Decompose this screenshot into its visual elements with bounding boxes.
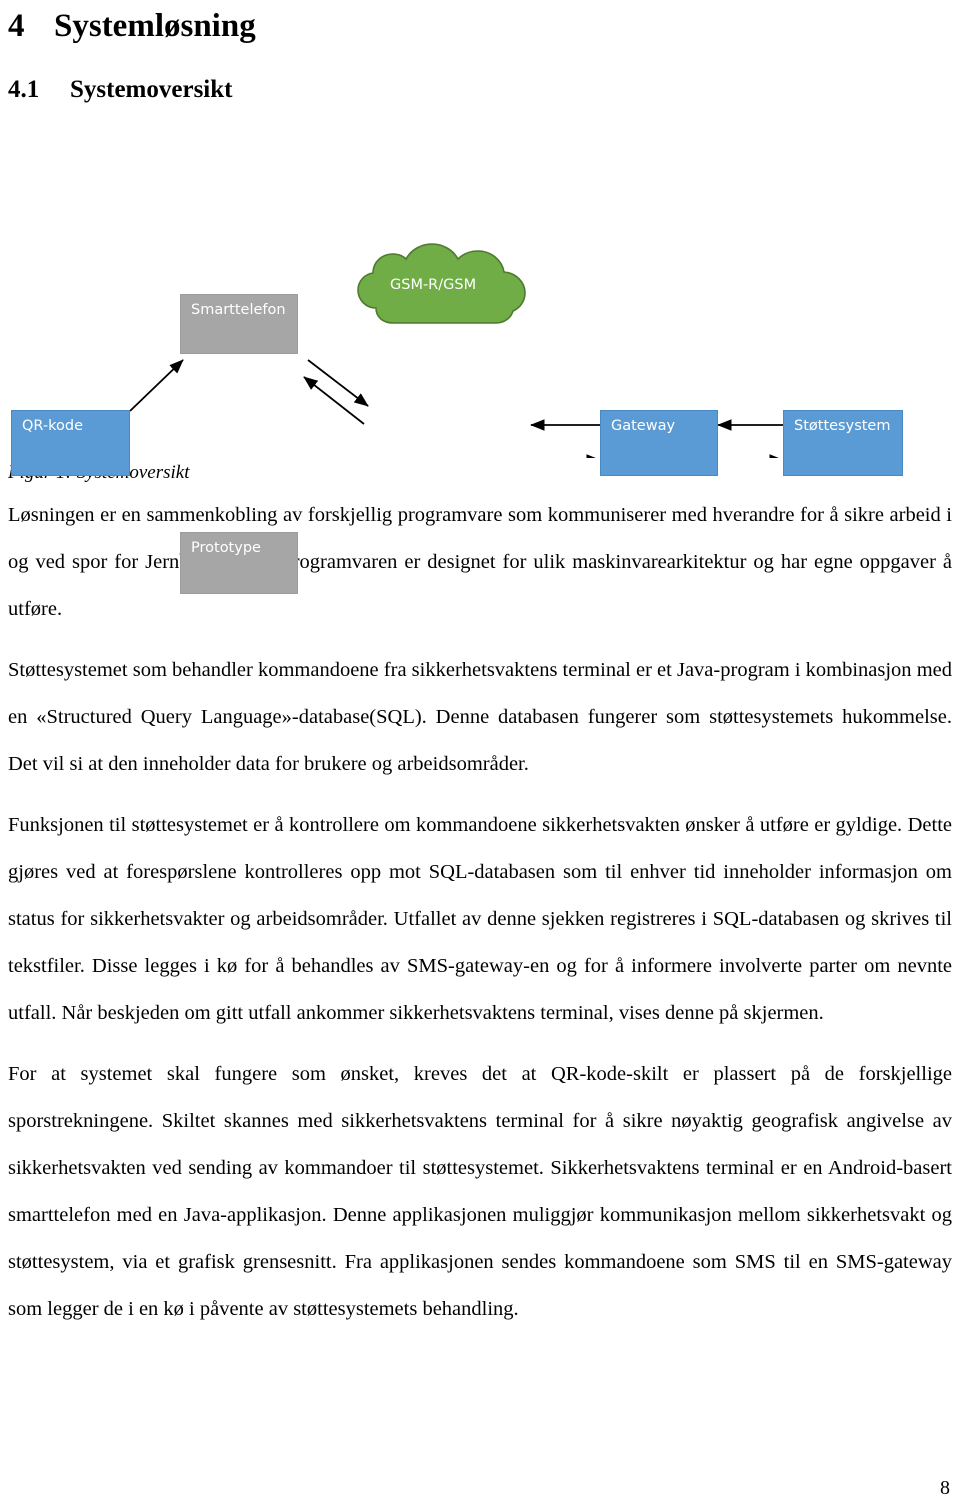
arrow-smarttelefon-to-gsm <box>307 359 369 407</box>
figure-connectors <box>129 243 784 458</box>
arrow-gsm-to-smarttelefon <box>303 376 365 425</box>
node-smarttelefon-label: Smarttelefon <box>191 302 286 318</box>
node-smarttelefon: Smarttelefon <box>180 294 298 354</box>
node-prototype: Prototype <box>180 532 298 594</box>
node-qr-kode: QR-kode <box>11 410 130 476</box>
body-paragraph-4: For at systemet skal fungere som ønsket,… <box>8 1063 952 1320</box>
document-page: 4 Systemløsning 4.1 Systemoversikt Smart… <box>0 0 960 1508</box>
node-stottesystem-label: Støttesystem <box>794 418 891 434</box>
chapter-title: Systemløsning <box>54 8 256 44</box>
chapter-number: 4 <box>8 8 25 44</box>
chapter-heading: 4 Systemløsning <box>8 0 952 46</box>
node-gsm-label: GSM-R/GSM <box>390 277 477 293</box>
body-paragraph-1: Løsningen er en sammenkobling av forskje… <box>8 504 952 620</box>
node-stottesystem: Støttesystem <box>783 410 903 476</box>
node-qr-kode-label: QR-kode <box>22 418 84 434</box>
section-number: 4.1 <box>8 76 40 103</box>
section-title: Systemoversikt <box>70 76 233 103</box>
section-heading: 4.1 Systemoversikt <box>8 46 952 106</box>
body-paragraph-2: Støttesystemet som behandler kommandoene… <box>8 659 952 775</box>
node-gateway-label: Gateway <box>611 418 676 434</box>
system-overview-figure: Smarttelefon QR-kode Prototype GSM-R/GSM… <box>8 128 952 594</box>
node-gateway: Gateway <box>600 410 718 476</box>
node-prototype-label: Prototype <box>191 540 261 556</box>
body-paragraph-3: Funksjonen til støttesystemet er å kontr… <box>8 814 952 1024</box>
arrow-qrkode-to-smarttelefon <box>129 359 184 412</box>
page-number: 8 <box>940 1477 950 1499</box>
